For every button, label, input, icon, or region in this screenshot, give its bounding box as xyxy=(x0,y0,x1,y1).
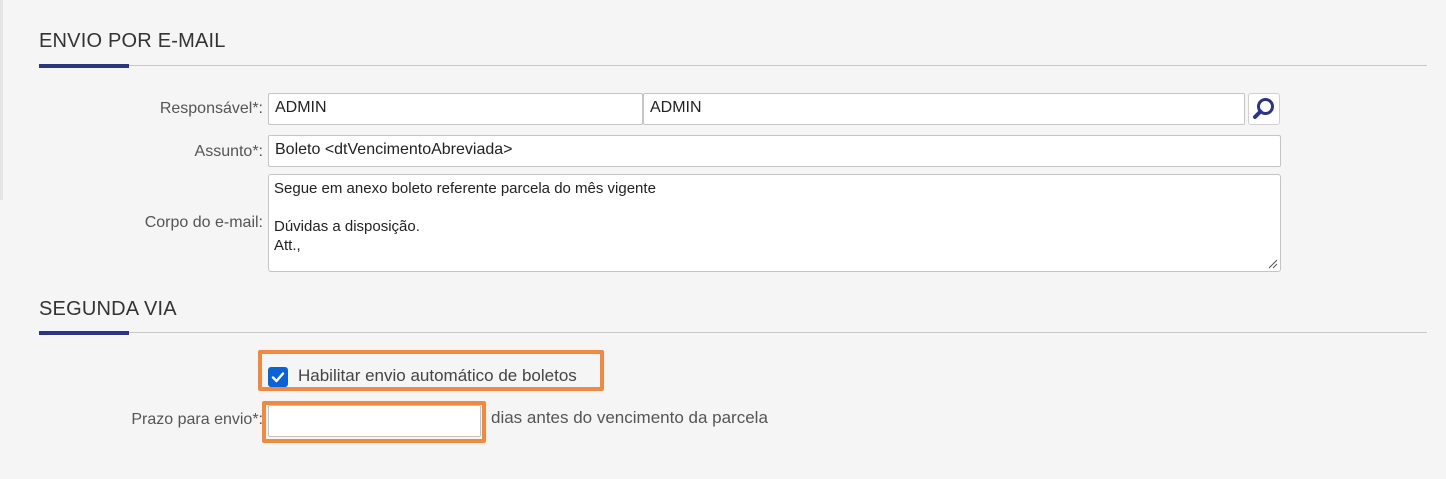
section-accent-segunda-via xyxy=(39,331,129,335)
corpo-textarea[interactable]: Segue em anexo boleto referente parcela … xyxy=(268,174,1281,272)
section-title-segunda-via: SEGUNDA VIA xyxy=(39,298,177,320)
prazo-label: Prazo para envio*: xyxy=(131,411,263,428)
responsavel-name-input[interactable]: ADMIN xyxy=(643,93,1245,125)
habilitar-label[interactable]: Habilitar envio automático de boletos xyxy=(298,366,577,386)
corpo-label: Corpo do e-mail: xyxy=(144,214,263,231)
assunto-label: Assunto*: xyxy=(194,143,263,160)
corpo-line: Segue em anexo boleto referente parcela … xyxy=(274,180,656,197)
prazo-input[interactable] xyxy=(268,405,481,437)
habilitar-checkbox[interactable] xyxy=(268,367,288,387)
corpo-line: Att., xyxy=(274,237,301,254)
assunto-input[interactable]: Boleto <dtVencimentoAbreviada> xyxy=(268,135,1281,167)
section-divider-email xyxy=(39,65,1427,66)
prazo-suffix: dias antes do vencimento da parcela xyxy=(491,408,768,427)
left-edge-divider xyxy=(0,0,3,200)
magnifier-icon xyxy=(1253,98,1274,119)
corpo-line xyxy=(274,198,1275,217)
resize-grip-icon[interactable] xyxy=(1268,259,1278,269)
corpo-line: Dúvidas a disposição. xyxy=(274,218,420,235)
section-title-email: ENVIO POR E-MAIL xyxy=(39,30,226,52)
section-accent-email xyxy=(39,64,129,68)
section-divider-segunda-via xyxy=(39,332,1427,333)
responsavel-label: Responsável*: xyxy=(159,100,263,117)
responsavel-code-input[interactable]: ADMIN xyxy=(268,93,643,125)
responsavel-search-button[interactable] xyxy=(1248,93,1280,125)
checkmark-icon xyxy=(271,372,285,383)
